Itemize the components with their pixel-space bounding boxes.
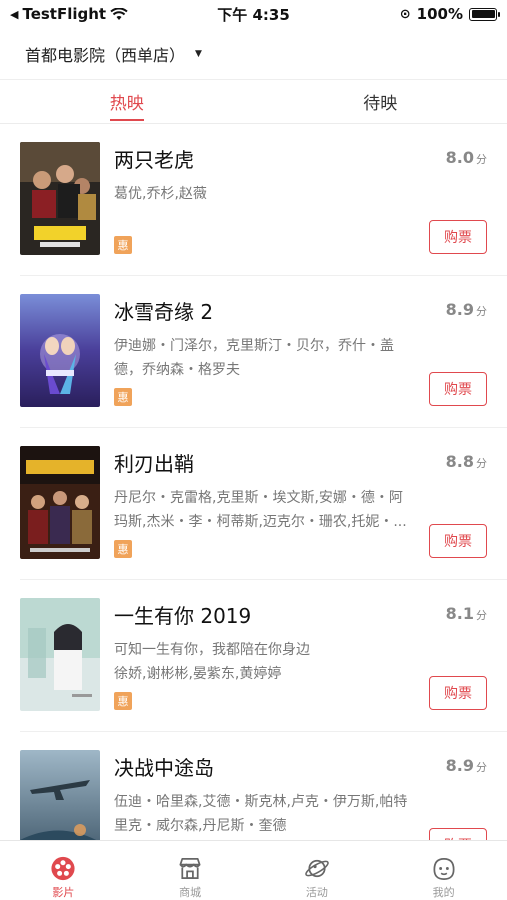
- tabbar-item-activity[interactable]: 活动: [254, 841, 381, 900]
- movie-score: 8.8 分: [446, 452, 487, 471]
- score-unit: 分: [476, 305, 487, 318]
- movie-poster[interactable]: [20, 750, 100, 840]
- battery-percent: 100%: [416, 5, 463, 23]
- movie-tagline: 可知一生有你，我都陪在你身边: [114, 642, 310, 658]
- caret-down-icon: ▼: [195, 48, 202, 59]
- movie-item[interactable]: 两只老虎 8.0 分 葛优,乔杉,赵薇 惠 购票: [20, 124, 507, 276]
- movie-cast: 徐娇,谢彬彬,晏紫东,黄婷婷: [114, 666, 282, 682]
- film-reel-icon: [51, 856, 75, 881]
- movie-poster[interactable]: [20, 142, 100, 255]
- movie-title[interactable]: 利刃出鞘: [114, 448, 194, 477]
- movie-cast: 伊迪娜・门泽尔，克里斯汀・贝尔，乔什・盖: [114, 338, 394, 354]
- battery-icon: [469, 7, 500, 21]
- status-bar: ◀ TestFlight 下午 4:35 ⊙ 100%: [0, 0, 507, 28]
- score-unit: 分: [476, 761, 487, 774]
- movie-item[interactable]: 利刃出鞘 8.8 分 丹尼尔・克雷格,克里斯・埃文斯,安娜・德・阿 玛斯,杰米・李…: [20, 428, 507, 580]
- score-value: 8.9: [445, 300, 474, 319]
- tab-coming-soon[interactable]: 待映: [254, 80, 507, 123]
- movie-cast-cont: 玛斯,杰米・李・柯蒂斯,迈克尔・珊农,托妮・...: [114, 514, 407, 530]
- tabbar-label: 活动: [305, 886, 328, 899]
- movie-item[interactable]: 一生有你 2019 8.1 分 可知一生有你，我都陪在你身边 徐娇,谢彬彬,晏紫东…: [20, 580, 507, 732]
- buy-ticket-button[interactable]: 购票: [429, 372, 487, 406]
- discount-badge: 惠: [114, 236, 132, 254]
- movie-cast: 丹尼尔・克雷格,克里斯・埃文斯,安娜・德・阿: [114, 490, 403, 506]
- movie-title[interactable]: 决战中途岛: [114, 752, 214, 781]
- planet-icon: [305, 859, 329, 878]
- movie-score: 8.9 分: [446, 756, 487, 775]
- movie-cast-cont: 里克・威尔森,丹尼斯・奎德: [114, 818, 287, 834]
- movie-score: 8.9 分: [446, 300, 487, 319]
- movie-list[interactable]: 两只老虎 8.0 分 葛优,乔杉,赵薇 惠 购票 冰雪奇缘 2 8.9 分 伊迪娜・…: [0, 124, 507, 840]
- movie-item[interactable]: 决战中途岛 8.9 分 伍迪・哈里森,艾德・斯克林,卢克・伊万斯,帕特 里克・威尔…: [20, 732, 507, 840]
- movie-poster[interactable]: [20, 446, 100, 559]
- movie-tabs: 热映 待映: [0, 80, 507, 124]
- tabbar-label: 商城: [179, 886, 202, 899]
- movie-title[interactable]: 一生有你 2019: [114, 600, 251, 629]
- score-value: 8.8: [445, 452, 474, 471]
- score-value: 8.0: [445, 148, 474, 167]
- buy-ticket-button[interactable]: 购票: [429, 220, 487, 254]
- tab-now-showing[interactable]: 热映: [0, 80, 254, 123]
- movie-cast-cont: 德，乔纳森・格罗夫: [114, 362, 240, 378]
- orientation-lock-icon: ⊙: [399, 6, 411, 22]
- movie-item[interactable]: 冰雪奇缘 2 8.9 分 伊迪娜・门泽尔，克里斯汀・贝尔，乔什・盖 德，乔纳森・格…: [20, 276, 507, 428]
- movie-cast: 葛优,乔杉,赵薇: [114, 186, 207, 202]
- store-icon: [179, 857, 201, 880]
- buy-ticket-button[interactable]: 购票: [429, 676, 487, 710]
- tabbar-item-mall[interactable]: 商城: [127, 841, 254, 900]
- movie-cast: 伍迪・哈里森,艾德・斯克林,卢克・伊万斯,帕特: [114, 794, 408, 810]
- movie-score: 8.0 分: [446, 148, 487, 167]
- score-unit: 分: [476, 153, 487, 166]
- buy-ticket-button[interactable]: 购票: [429, 524, 487, 558]
- score-unit: 分: [476, 457, 487, 470]
- tabbar-label: 影片: [52, 886, 75, 899]
- tabbar-item-movies[interactable]: 影片: [0, 841, 127, 900]
- movie-title[interactable]: 两只老虎: [114, 144, 194, 173]
- score-unit: 分: [476, 609, 487, 622]
- discount-badge: 惠: [114, 388, 132, 406]
- score-value: 8.1: [445, 604, 474, 623]
- discount-badge: 惠: [114, 540, 132, 558]
- buy-ticket-button[interactable]: 购票: [429, 828, 487, 840]
- status-right: ⊙ 100%: [399, 5, 500, 23]
- movie-poster[interactable]: [20, 294, 100, 407]
- cinema-selector[interactable]: 首都电影院（西单店） ▼: [0, 28, 507, 80]
- score-value: 8.9: [445, 756, 474, 775]
- bottom-tab-bar: 影片 商城 活动 我的: [0, 840, 507, 900]
- cinema-name: 首都电影院（西单店）: [25, 45, 186, 65]
- tabbar-item-profile[interactable]: 我的: [380, 841, 507, 900]
- movie-title[interactable]: 冰雪奇缘 2: [114, 296, 213, 325]
- discount-badge: 惠: [114, 692, 132, 710]
- movie-score: 8.1 分: [446, 604, 487, 623]
- tabbar-label: 我的: [432, 886, 455, 899]
- movie-poster[interactable]: [20, 598, 100, 711]
- smiley-face-icon: [433, 857, 455, 880]
